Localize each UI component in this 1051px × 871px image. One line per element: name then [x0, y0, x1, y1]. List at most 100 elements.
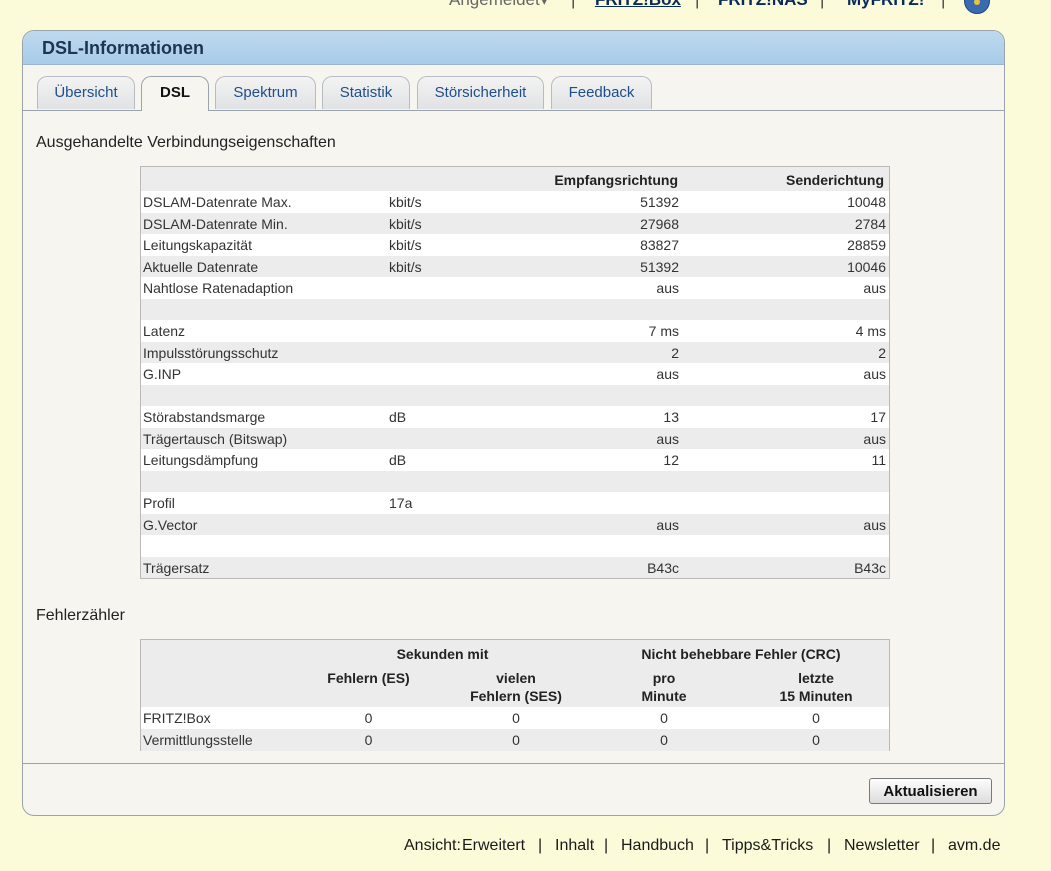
row-send-value: aus	[863, 280, 886, 296]
row-label: Trägertausch (Bitswap)	[143, 430, 288, 447]
nav-separator: |	[941, 0, 945, 10]
footer-separator: |	[827, 837, 832, 854]
table-row: Leitungsdämpfung dB 12 11	[141, 449, 889, 471]
row-pm-value: 0	[660, 710, 668, 726]
row-label: Trägersatz	[143, 559, 210, 576]
row-ses-value: 0	[512, 732, 520, 748]
footer-separator: |	[705, 837, 710, 854]
row-send-value: 11	[871, 452, 886, 468]
row-unit: dB	[389, 452, 407, 468]
row-label: Profil	[143, 495, 175, 511]
error-table: Sekunden mit Nicht behebbare Fehler (CRC…	[140, 639, 890, 751]
row-unit: 17a	[389, 495, 413, 511]
tab-feedback[interactable]: Feedback	[551, 76, 652, 109]
row-label: Leitungskapazität	[143, 237, 252, 253]
table-row: Nahtlose Ratenadaption aus aus	[141, 277, 889, 299]
row-unit: kbit/s	[389, 237, 422, 253]
table-row: DSLAM-Datenrate Min. kbit/s 27968 2784	[141, 212, 889, 234]
row-unit: kbit/s	[389, 258, 422, 275]
top-navigation: Angemeldet ▾ | FRITZ!Box | FRITZ!NAS | M…	[0, 0, 1051, 12]
header-crc: Nicht behebbare Fehler (CRC)	[641, 646, 841, 662]
dsl-info-panel: DSL-Informationen Übersicht DSL Spektrum…	[22, 30, 1005, 816]
table-row: G.INP aus aus	[141, 363, 889, 385]
row-label: Störabstandsmarge	[143, 409, 266, 425]
table-row	[141, 470, 889, 492]
row-es-value: 0	[364, 710, 373, 726]
row-label: Nahtlose Ratenadaption	[143, 280, 294, 296]
header-receive: Empfangsrichtung	[554, 172, 678, 188]
row-receive-value: 2	[671, 344, 679, 361]
table-row: Störabstandsmarge dB 13 17	[141, 406, 889, 428]
refresh-button[interactable]: Aktualisieren	[869, 778, 992, 804]
row-receive-value: 7 ms	[648, 323, 679, 339]
row-send-value: 28859	[847, 237, 886, 253]
table-row: DSLAM-Datenrate Max. kbit/s 51392 10048	[141, 191, 889, 213]
tab-stoersicherheit[interactable]: Störsicherheit	[417, 76, 544, 109]
panel-footer-divider	[23, 763, 1004, 764]
header-send: Senderichtung	[785, 172, 884, 188]
row-label: DSLAM-Datenrate Max.	[143, 194, 292, 210]
row-send-value: B43c	[854, 559, 886, 576]
header-seconds: Sekunden mit	[396, 646, 489, 662]
table-row: FRITZ!Box 0 0 0 0	[141, 707, 889, 729]
nav-fritzbox[interactable]: FRITZ!Box	[595, 0, 681, 10]
row-receive-value: 51392	[640, 194, 679, 210]
table-row: Trägertausch (Bitswap) aus aus	[141, 427, 889, 449]
header-l15-line2: 15 Minuten	[779, 688, 853, 704]
row-unit: kbit/s	[389, 215, 422, 232]
row-label: Leitungsdämpfung	[143, 452, 259, 468]
tab-spektrum[interactable]: Spektrum	[215, 76, 316, 109]
row-receive-value: 13	[663, 409, 679, 425]
tab-uebersicht[interactable]: Übersicht	[37, 76, 135, 109]
row-label: Latenz	[143, 323, 186, 339]
nav-fritznas[interactable]: FRITZ!NAS	[718, 0, 808, 10]
row-send-value: 10046	[847, 258, 886, 275]
row-send-value: 2	[878, 344, 886, 361]
row-send-value: aus	[863, 430, 886, 447]
row-label: Aktuelle Datenrate	[143, 258, 259, 275]
row-receive-value: aus	[656, 516, 679, 533]
row-receive-value: aus	[656, 430, 679, 447]
nav-separator: |	[820, 0, 824, 10]
page-title: DSL-Informationen	[42, 38, 204, 58]
footer-link-tipps[interactable]: Tipps&Tricks	[722, 837, 813, 855]
footer-link-handbuch[interactable]: Handbuch	[621, 837, 694, 855]
table-row	[141, 298, 889, 320]
row-receive-value: aus	[656, 280, 679, 296]
table-row: Trägersatz B43c B43c	[141, 556, 889, 578]
footer-link-avm[interactable]: avm.de	[948, 837, 1000, 855]
row-send-value: 4 ms	[855, 323, 886, 339]
row-send-value: 2784	[854, 215, 886, 232]
footer-separator: |	[538, 837, 543, 854]
row-receive-value: aus	[656, 366, 679, 382]
row-receive-value: 27968	[640, 215, 679, 232]
row-receive-value: B43c	[647, 559, 679, 576]
footer-separator: |	[604, 837, 609, 854]
nav-separator: |	[695, 0, 699, 10]
footer-link-newsletter[interactable]: Newsletter	[844, 837, 920, 855]
nav-myfritz[interactable]: MyFRITZ!	[847, 0, 924, 10]
row-send-value: 17	[870, 409, 886, 425]
table-row: Vermittlungsstelle 0 0 0 0	[141, 729, 889, 751]
footer-link-inhalt[interactable]: Inhalt	[555, 837, 594, 855]
row-label: Vermittlungsstelle	[143, 732, 253, 748]
table-row: Impulsstörungsschutz 2 2	[141, 341, 889, 363]
tab-dsl[interactable]: DSL	[141, 76, 209, 111]
row-send-value: aus	[863, 516, 886, 533]
row-receive-value: 51392	[640, 258, 679, 275]
header-l15-line1: letzte	[798, 670, 834, 686]
row-unit: dB	[389, 409, 407, 425]
row-receive-value: 12	[663, 452, 679, 468]
header-pm-line2: Minute	[641, 688, 687, 704]
header-ses-line1: vielen	[496, 670, 536, 686]
row-receive-value: 83827	[640, 237, 679, 253]
row-label: G.INP	[143, 366, 182, 382]
tab-statistik[interactable]: Statistik	[322, 76, 410, 109]
chevron-down-icon[interactable]: ▾	[540, 0, 549, 10]
row-label: G.Vector	[143, 516, 198, 533]
connection-section-title: Ausgehandelte Verbindungseigenschaften	[36, 134, 336, 151]
row-es-value: 0	[364, 732, 373, 748]
header-es: Fehlern (ES)	[327, 670, 410, 686]
table-row: G.Vector aus aus	[141, 513, 889, 535]
view-mode-link[interactable]: Erweitert	[462, 837, 525, 855]
